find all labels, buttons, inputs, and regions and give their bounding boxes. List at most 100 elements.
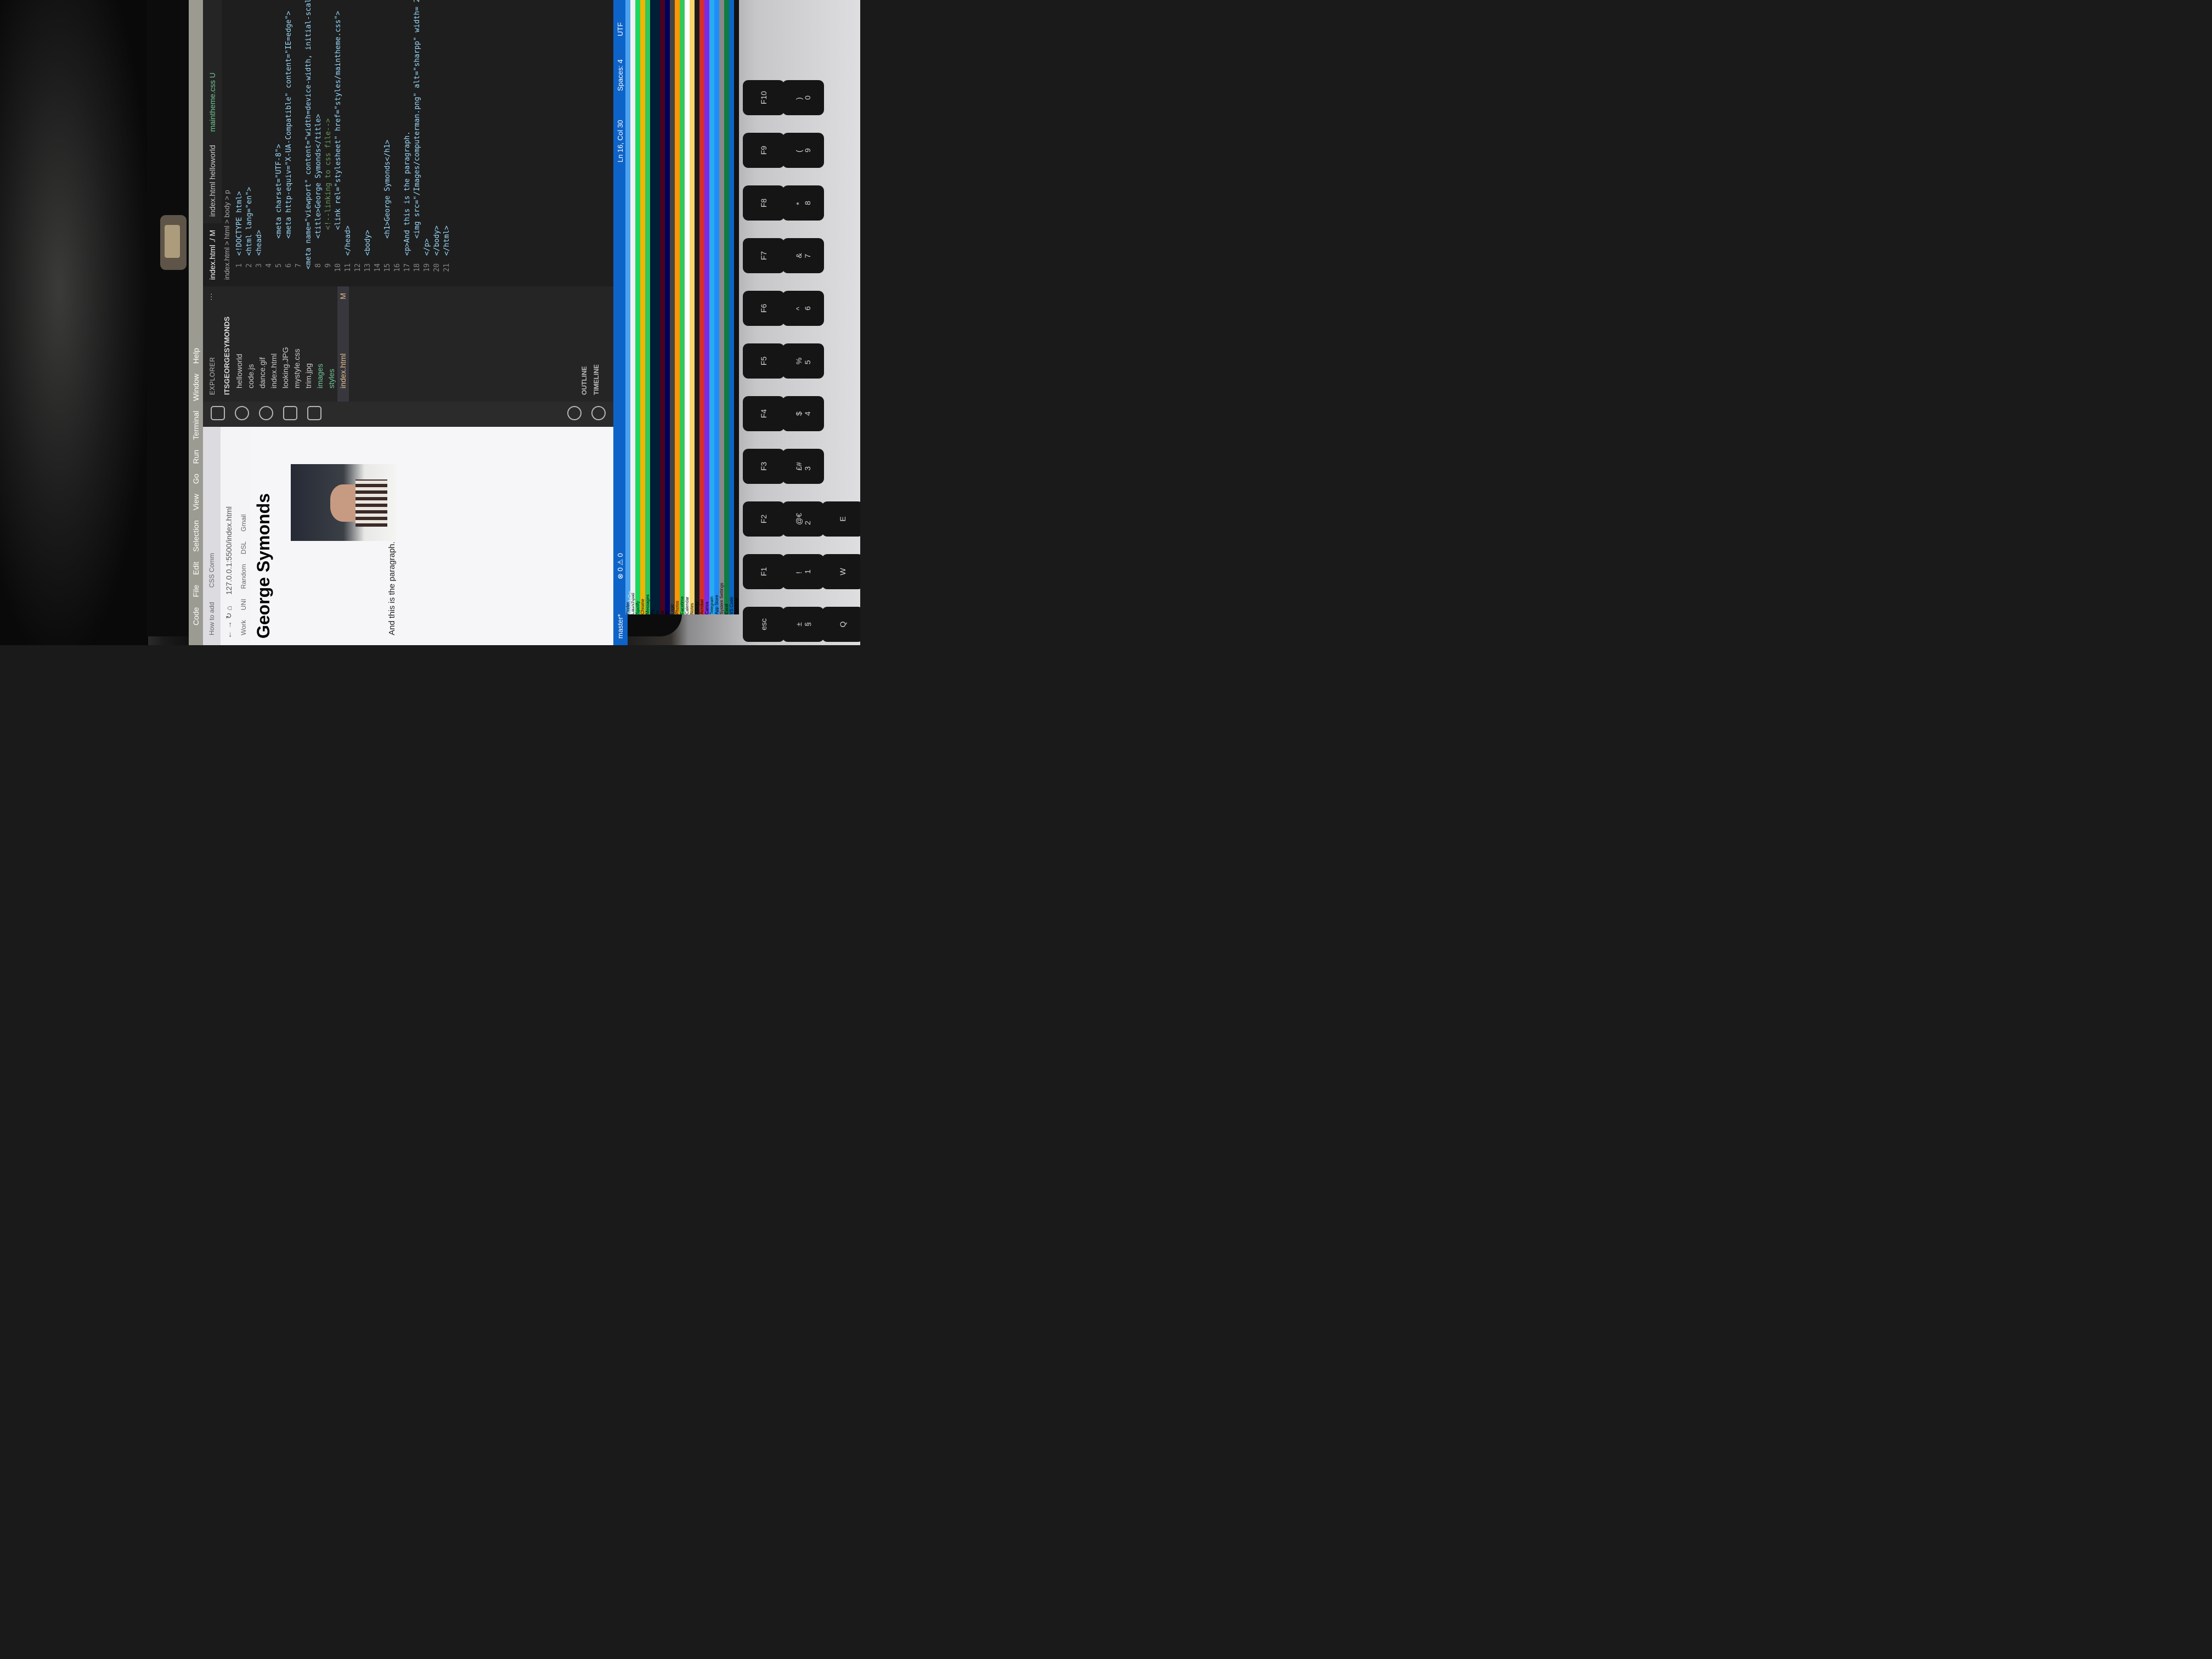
- line-text[interactable]: <meta http-equiv="X-UA-Compatible" conte…: [285, 11, 293, 256]
- bookmark[interactable]: Random: [240, 564, 247, 589]
- line-text[interactable]: <meta name="viewport" content="width=dev…: [304, 0, 313, 286]
- dock-app[interactable]: VS Code: [729, 0, 734, 614]
- dock-app[interactable]: App Store: [714, 0, 719, 614]
- dock-app[interactable]: Logic: [670, 0, 675, 614]
- dock-app[interactable]: System Settings: [719, 0, 724, 614]
- code-line[interactable]: 4: [264, 0, 274, 286]
- bookmark[interactable]: Work: [240, 620, 247, 635]
- dock-app[interactable]: Chrome: [640, 0, 645, 614]
- dock-app[interactable]: Notes: [690, 0, 695, 614]
- git-branch[interactable]: master*: [616, 614, 624, 639]
- dock-app[interactable]: Lr: [655, 0, 660, 614]
- search-icon[interactable]: [235, 406, 249, 420]
- line-text[interactable]: <!--linking to css file-->: [324, 119, 332, 256]
- menu-item[interactable]: Code: [191, 607, 200, 625]
- dock-app[interactable]: Terminal: [734, 0, 739, 614]
- line-text[interactable]: <img src="/Images/computerman.png" alt="…: [413, 0, 421, 256]
- line-text[interactable]: <html lang="en">: [245, 187, 253, 256]
- browser-tab[interactable]: How to add: [208, 597, 216, 640]
- code-line[interactable]: 8 <title>George Symonds</title>: [314, 0, 324, 286]
- code-line[interactable]: 17 <p>And this is the paragraph.: [403, 0, 413, 286]
- dock-app[interactable]: Pr: [665, 0, 670, 614]
- breadcrumb[interactable]: index.html > html > body > p: [223, 190, 231, 280]
- line-text[interactable]: </html>: [443, 225, 451, 256]
- encoding[interactable]: UTF: [616, 22, 624, 36]
- editor-tab[interactable]: index.html helloworld: [208, 138, 217, 223]
- bookmark[interactable]: DSL: [240, 541, 247, 554]
- tree-item[interactable]: index.html M: [337, 286, 349, 402]
- code-line[interactable]: 7 <meta name="viewport" content="width=d…: [294, 0, 314, 286]
- code-line[interactable]: 10 <link rel="stylesheet" href="styles/m…: [334, 0, 343, 286]
- dock-app[interactable]: Facetime: [680, 0, 685, 614]
- outline-section[interactable]: OUTLINE: [580, 366, 588, 395]
- url-text[interactable]: 127.0.0.1:5500/index.html: [224, 506, 233, 595]
- address-bar[interactable]: ← → ↻ ⌂ 127.0.0.1:5500/index.html: [221, 427, 237, 645]
- code-line[interactable]: 1 <!DOCTYPE html>: [235, 0, 245, 286]
- tree-item[interactable]: mystyle.css: [291, 286, 303, 402]
- menu-item[interactable]: Edit: [191, 562, 200, 575]
- dock-app[interactable]: Acrobat: [699, 0, 704, 614]
- editor-tab[interactable]: maintheme.css U: [208, 66, 217, 138]
- dock-app[interactable]: Excel: [724, 0, 729, 614]
- tree-item[interactable]: trim.jpg: [303, 286, 314, 402]
- files-icon[interactable]: [211, 406, 225, 420]
- line-text[interactable]: <head>: [255, 230, 263, 256]
- line-text[interactable]: <link rel="stylesheet" href="styles/main…: [334, 11, 342, 256]
- run-debug-icon[interactable]: [283, 406, 297, 420]
- code-line[interactable]: 15 <h1>George Symonds</h1>: [383, 0, 393, 286]
- code-line[interactable]: 2 <html lang="en">: [245, 0, 255, 286]
- browser-tab[interactable]: CSS Comm: [208, 549, 216, 592]
- tree-item[interactable]: dance.gif: [257, 286, 268, 402]
- code-line[interactable]: 21 </html>: [442, 0, 452, 286]
- dock-app[interactable]: Calendar: [685, 0, 690, 614]
- code-lines[interactable]: 1 <!DOCTYPE html> 2 <html lang="en"> 3 <head>…: [235, 0, 452, 286]
- dock-app[interactable]: Messages: [645, 0, 650, 614]
- more-icon[interactable]: ···: [206, 293, 215, 301]
- menu-item[interactable]: Window: [191, 374, 200, 401]
- source-control-icon[interactable]: [259, 406, 273, 420]
- tree-item[interactable]: images: [314, 286, 326, 402]
- tree-item[interactable]: code.js: [245, 286, 257, 402]
- code-line[interactable]: 5 <meta charset="UTF-8">: [274, 0, 284, 286]
- dock-app[interactable]: Finder: [625, 0, 630, 614]
- line-text[interactable]: <p>And this is the paragraph.: [403, 131, 411, 256]
- explorer-root[interactable]: ITSGEORGESYMONDS: [223, 317, 231, 395]
- code-line[interactable]: 9 <!--linking to css file-->: [324, 0, 334, 286]
- nav-arrows[interactable]: ← → ↻ ⌂: [224, 606, 234, 639]
- dock-app[interactable]: Spotify: [635, 0, 640, 614]
- bookmark[interactable]: Gmail: [240, 515, 247, 532]
- cursor-position[interactable]: Ln 16, Col 30: [616, 120, 624, 162]
- code-line[interactable]: 6 <meta http-equiv="X-UA-Compatible" con…: [284, 0, 294, 286]
- code-line[interactable]: 12: [353, 0, 363, 286]
- dock-app[interactable]: Photos: [675, 0, 680, 614]
- tree-item[interactable]: styles: [326, 286, 337, 402]
- dock-app[interactable]: Canva: [704, 0, 709, 614]
- account-icon[interactable]: [567, 406, 582, 420]
- menu-item[interactable]: Help: [191, 348, 200, 364]
- line-text[interactable]: <body>: [364, 230, 372, 256]
- tree-item[interactable]: index.html: [268, 286, 280, 402]
- tree-item[interactable]: helloworld: [234, 286, 245, 402]
- line-text[interactable]: </head>: [344, 225, 352, 256]
- timeline-section[interactable]: TIMELINE: [592, 364, 600, 395]
- code-line[interactable]: 19 </p>: [422, 0, 432, 286]
- code-line[interactable]: 14: [373, 0, 383, 286]
- line-text[interactable]: </p>: [423, 239, 431, 256]
- editor-tab[interactable]: index.html ./ M: [203, 223, 222, 286]
- code-line[interactable]: 13 <body>: [363, 0, 373, 286]
- dock-app[interactable]: Ps: [650, 0, 655, 614]
- menu-item[interactable]: File: [191, 585, 200, 597]
- code-line[interactable]: 18 <img src="/Images/computerman.png" al…: [413, 0, 422, 286]
- line-text[interactable]: <meta charset="UTF-8">: [275, 144, 283, 256]
- code-line[interactable]: 11 </head>: [343, 0, 353, 286]
- line-text[interactable]: </body>: [433, 225, 441, 256]
- code-line[interactable]: 20 </body>: [432, 0, 442, 286]
- tree-item[interactable]: looking.JPG: [280, 286, 291, 402]
- indent-setting[interactable]: Spaces: 4: [616, 59, 624, 91]
- line-text[interactable]: <h1>George Symonds</h1>: [383, 140, 392, 256]
- dock-app[interactable]: Telegram: [709, 0, 714, 614]
- bookmark[interactable]: UNI: [240, 599, 247, 611]
- menu-item[interactable]: Terminal: [191, 411, 200, 440]
- code-line[interactable]: 16: [393, 0, 403, 286]
- extensions-icon[interactable]: [307, 406, 321, 420]
